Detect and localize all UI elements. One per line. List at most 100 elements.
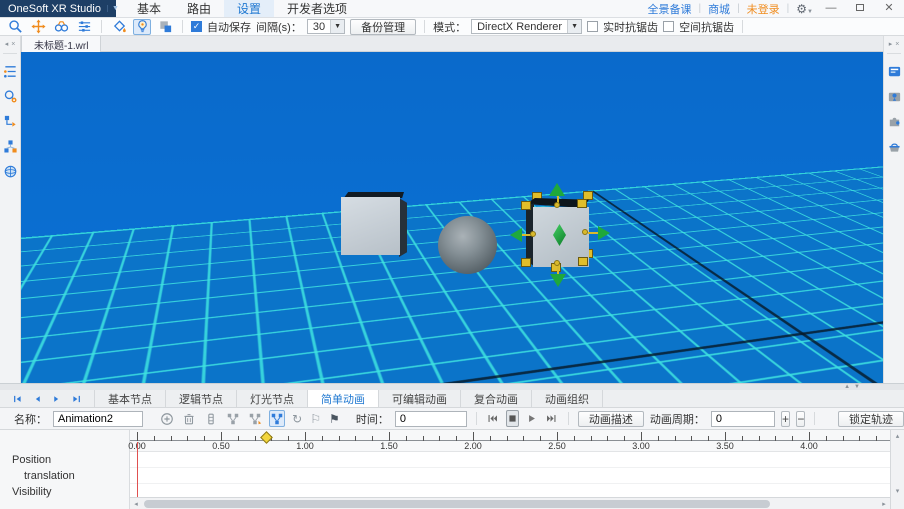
sphere-object[interactable]: [438, 216, 497, 274]
scroll-down-icon[interactable]: ▾: [891, 485, 904, 497]
lock-track-button[interactable]: 锁定轨迹: [838, 411, 904, 427]
panel-tab[interactable]: 逻辑节点: [166, 390, 237, 407]
gizmo-down-arrow[interactable]: [550, 274, 566, 287]
settings-gear-icon[interactable]: ⚙▼: [796, 2, 813, 16]
track-label[interactable]: translation: [0, 468, 130, 484]
login-status[interactable]: 未登录: [747, 1, 780, 17]
panel-tab[interactable]: 可编辑动画: [379, 390, 461, 407]
delete-keyframe-button[interactable]: [181, 410, 197, 427]
hierarchy-button[interactable]: [0, 114, 20, 129]
keyframe-list-button[interactable]: [203, 410, 219, 427]
animation-desc-button[interactable]: 动画描述: [578, 411, 644, 427]
search-button[interactable]: [6, 19, 24, 35]
period-input[interactable]: [711, 411, 775, 427]
paint-tool-button[interactable]: [110, 19, 128, 35]
track-row[interactable]: [130, 468, 890, 484]
scene-tree-button[interactable]: [0, 64, 20, 79]
filter-tool-button[interactable]: [75, 19, 93, 35]
track-label[interactable]: Position: [0, 452, 130, 468]
skip-start-button[interactable]: [485, 410, 500, 427]
cube-object[interactable]: [399, 198, 407, 257]
close-icon[interactable]: ×: [11, 41, 15, 48]
node-link-button[interactable]: [225, 410, 241, 427]
first-tab-icon[interactable]: [12, 394, 23, 404]
viewport-3d[interactable]: [21, 52, 883, 383]
panel-splitter[interactable]: ▲ ▼: [0, 383, 904, 390]
app-logo-block[interactable]: OneSoft XR Studio ▼: [0, 0, 116, 17]
playhead-line[interactable]: [137, 442, 138, 497]
interval-select[interactable]: 30 ▼: [307, 19, 345, 34]
track-row[interactable]: [130, 452, 890, 468]
panorama-link[interactable]: 全景备课: [647, 1, 691, 17]
stop-button[interactable]: [506, 410, 519, 427]
keyframe-diamond[interactable]: [260, 431, 273, 444]
panel-tab[interactable]: 基本节点: [94, 390, 166, 407]
autosave-checkbox[interactable]: ✓: [191, 21, 202, 32]
document-tab[interactable]: 未标题-1.wrl: [21, 36, 101, 52]
menu-tab[interactable]: 设置: [224, 0, 274, 17]
next-tab-icon[interactable]: [52, 394, 61, 404]
restore-button[interactable]: [849, 0, 871, 17]
track-lanes[interactable]: [130, 452, 890, 497]
properties-panel-button[interactable]: [884, 64, 904, 79]
panel-tab[interactable]: 复合动画: [461, 390, 532, 407]
menu-tab[interactable]: 基本: [124, 0, 174, 17]
menu-tab[interactable]: 开发者选项: [274, 0, 360, 17]
node-detach-button[interactable]: [247, 410, 263, 427]
loop-button[interactable]: ↻: [291, 410, 303, 427]
vertical-scrollbar[interactable]: ▴ ▾: [890, 430, 904, 509]
scene-map-button[interactable]: [884, 89, 904, 104]
app-menu-caret-icon[interactable]: ▼: [107, 5, 119, 12]
close-button[interactable]: ✕: [878, 0, 900, 17]
animation-name-input[interactable]: [53, 411, 143, 427]
plugins-button[interactable]: [884, 114, 904, 129]
selection-handle[interactable]: [577, 199, 587, 208]
search-nodes-button[interactable]: [0, 89, 20, 104]
selection-handle[interactable]: [521, 201, 531, 210]
instances-tool-button[interactable]: [156, 19, 174, 35]
flag-end-button[interactable]: ⚑: [328, 410, 341, 427]
scrollbar-thumb[interactable]: [144, 500, 770, 508]
menu-tab[interactable]: 路由: [174, 0, 224, 17]
world-button[interactable]: [0, 164, 20, 179]
panel-tab[interactable]: 动画组织: [532, 390, 603, 407]
last-tab-icon[interactable]: [71, 394, 82, 404]
close-icon[interactable]: ×: [895, 41, 899, 48]
collapse-right-icon[interactable]: ▸: [889, 40, 893, 48]
track-label[interactable]: Visibility: [0, 484, 130, 500]
minimize-button[interactable]: —: [820, 0, 842, 17]
period-minus-button[interactable]: −: [796, 411, 805, 427]
panel-tab[interactable]: 简单动画: [308, 390, 379, 407]
light-tool-button[interactable]: [133, 19, 151, 35]
assets-button[interactable]: [884, 139, 904, 154]
play-button[interactable]: [525, 410, 538, 427]
gizmo-up-arrow[interactable]: [549, 183, 565, 196]
scroll-left-icon[interactable]: ◂: [130, 498, 142, 509]
collapse-left-icon[interactable]: ◂: [5, 40, 9, 48]
flag-start-button[interactable]: ⚐: [309, 410, 322, 427]
gizmo-right-arrow[interactable]: [598, 226, 610, 240]
renderer-select[interactable]: DirectX Renderer ▼: [471, 19, 582, 34]
view-tool-button[interactable]: [52, 19, 70, 35]
spatial-aa-checkbox[interactable]: [663, 21, 674, 32]
skip-end-button[interactable]: [544, 410, 559, 427]
prev-tab-icon[interactable]: [33, 394, 42, 404]
selection-handle[interactable]: [578, 257, 588, 266]
cube-object[interactable]: [341, 197, 400, 255]
gizmo-left-arrow[interactable]: [510, 228, 522, 242]
horizontal-scrollbar[interactable]: ◂ ▸: [130, 497, 890, 509]
realtime-aa-checkbox[interactable]: [587, 21, 598, 32]
store-link[interactable]: 商城: [708, 1, 730, 17]
selection-handle[interactable]: [521, 258, 531, 267]
group-button[interactable]: [0, 139, 20, 154]
panel-tab[interactable]: 灯光节点: [237, 390, 308, 407]
time-input[interactable]: [395, 411, 467, 427]
scroll-up-icon[interactable]: ▴: [891, 430, 904, 442]
period-plus-button[interactable]: +: [781, 411, 790, 427]
node-select-button[interactable]: [269, 410, 285, 427]
backup-manage-button[interactable]: 备份管理: [350, 19, 416, 35]
scroll-right-icon[interactable]: ▸: [878, 498, 890, 509]
add-keyframe-button[interactable]: [159, 410, 175, 427]
move-tool-button[interactable]: [29, 19, 47, 35]
timeline-ruler[interactable]: 0.000.501.001.502.002.503.003.504.00: [130, 430, 890, 452]
